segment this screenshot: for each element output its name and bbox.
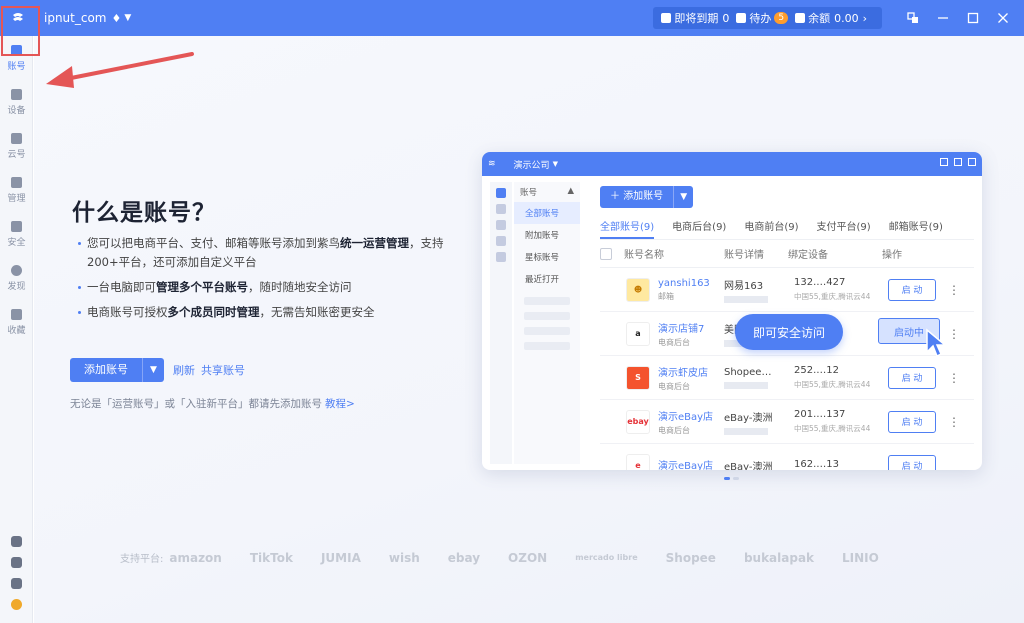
title-bar: ipnut_com ♦ ▼ 即将到期 0 待办 5 余额 0.00 › [0,0,1024,36]
supported-platforms: 支持平台: amazon TikTok JUMIA wish ebay OZON… [120,550,879,566]
chevron-down-icon: ▼ [552,160,558,168]
table-row: e 演示eBay店 eBay-澳洲 162.…13 启 动 [600,444,974,470]
table-row: ebay 演示eBay店 电商后台 eBay-澳洲 201.…137 中国55,重庆… [600,400,974,444]
star-icon [11,308,22,320]
add-account-button[interactable]: 添加账号 ▼ [70,358,164,382]
manage-icon [11,176,22,188]
close-button[interactable] [990,0,1016,36]
calendar-icon [736,13,747,23]
share-account-link[interactable]: 共享账号 [201,362,245,378]
carousel-dots[interactable] [724,477,742,480]
account-switcher[interactable]: ipnut_com ♦ ▼ [44,11,131,25]
todo-status[interactable]: 待办 5 [736,10,789,26]
todo-count-badge: 5 [774,12,789,24]
sidebar-item-cloud[interactable]: 云号 [0,124,33,168]
sidebar-item-manage[interactable]: 管理 [0,168,33,212]
sidebar-item-security[interactable]: 安全 [0,212,33,256]
expiring-status[interactable]: 即将到期 0 [661,10,729,26]
minimize-icon [938,17,948,19]
page-title: 什么是账号？ [72,200,216,226]
cloud-icon [11,132,22,144]
shield-icon [11,220,22,232]
feature-list: 您可以把电商平台、支付、邮箱等账号添加到紫鸟统一运营管理，支持200+平台，还可… [78,234,450,328]
coin-icon[interactable] [11,599,22,610]
cursor-icon [926,328,947,358]
windows-icon [907,12,918,23]
platform-tiktok: TikTok [249,550,293,565]
preview-illustration: ≋ 演示公司 ▼ 账号 ▲ 全部账号 附加账号 星标账号 最近打开 ＋ 添加账号 ▼… [482,152,982,470]
refresh-link[interactable]: 刷新 [173,362,195,378]
table-row: ☻ yanshi163 邮箱 网易163 132.…427 中国55,重庆,腾讯云4… [600,268,974,312]
list-item: 一台电脑即可管理多个平台账号，随时随地安全访问 [78,278,450,297]
sidebar: 账号 设备 云号 管理 安全 发现 收藏 [0,36,33,623]
highlight-frame [1,6,40,56]
platform-wish: wish [388,550,420,565]
platform-amazon: amazon [169,550,222,565]
clock-icon [661,13,672,23]
table-row: S 演示虾皮店 电商后台 Shopee… 252.…12 中国55,重庆,腾讯云44… [600,356,974,400]
sidebar-item-device[interactable]: 设备 [0,80,33,124]
platform-jumia: JUMIA [320,550,361,565]
chevron-down-icon: ▼ [124,13,132,23]
close-icon [998,13,1008,23]
hint-text: 无论是「运营账号」或「入驻新平台」都请先添加账号 教程> [70,398,355,410]
platform-bukalapak: bukalapak [743,550,815,565]
list-item: 您可以把电商平台、支付、邮箱等账号添加到紫鸟统一运营管理，支持200+平台，还可… [78,234,450,272]
platform-ozon: OZON [508,550,548,565]
maximize-button[interactable] [960,0,986,36]
sidebar-item-discover[interactable]: 发现 [0,256,33,300]
balance-status[interactable]: 余额 0.00 › [795,10,867,26]
wallet-icon [795,13,806,23]
sidebar-item-favorites[interactable]: 收藏 [0,300,33,344]
list-item: 电商账号可授权多个成员同时管理，无需告知账密更安全 [78,303,450,322]
gear-icon[interactable] [11,578,22,589]
device-icon [11,88,22,100]
preview-logo-icon: ≋ [488,159,496,169]
platform-mercado: mercado libre [575,553,638,562]
maximize-icon [967,12,979,24]
red-arrow-annotation [46,52,194,88]
platform-linio: LINIO [842,550,879,565]
chevron-right-icon: › [862,11,867,25]
secure-access-bubble: 即可安全访问 [735,314,843,350]
platform-ebay: ebay [447,550,481,565]
tutorial-link[interactable]: 教程> [325,398,355,410]
diamond-icon: ♦ [111,11,122,25]
minimize-button[interactable] [930,0,956,36]
username: ipnut_com [44,11,107,25]
compass-icon [11,264,22,276]
platform-shopee: Shopee [665,550,716,565]
signpost-icon[interactable] [11,536,22,547]
chevron-down-icon[interactable]: ▼ [142,358,164,382]
bell-icon[interactable] [11,557,22,568]
status-bar[interactable]: 即将到期 0 待办 5 余额 0.00 › [653,7,882,29]
window-switch-button[interactable] [900,0,926,36]
